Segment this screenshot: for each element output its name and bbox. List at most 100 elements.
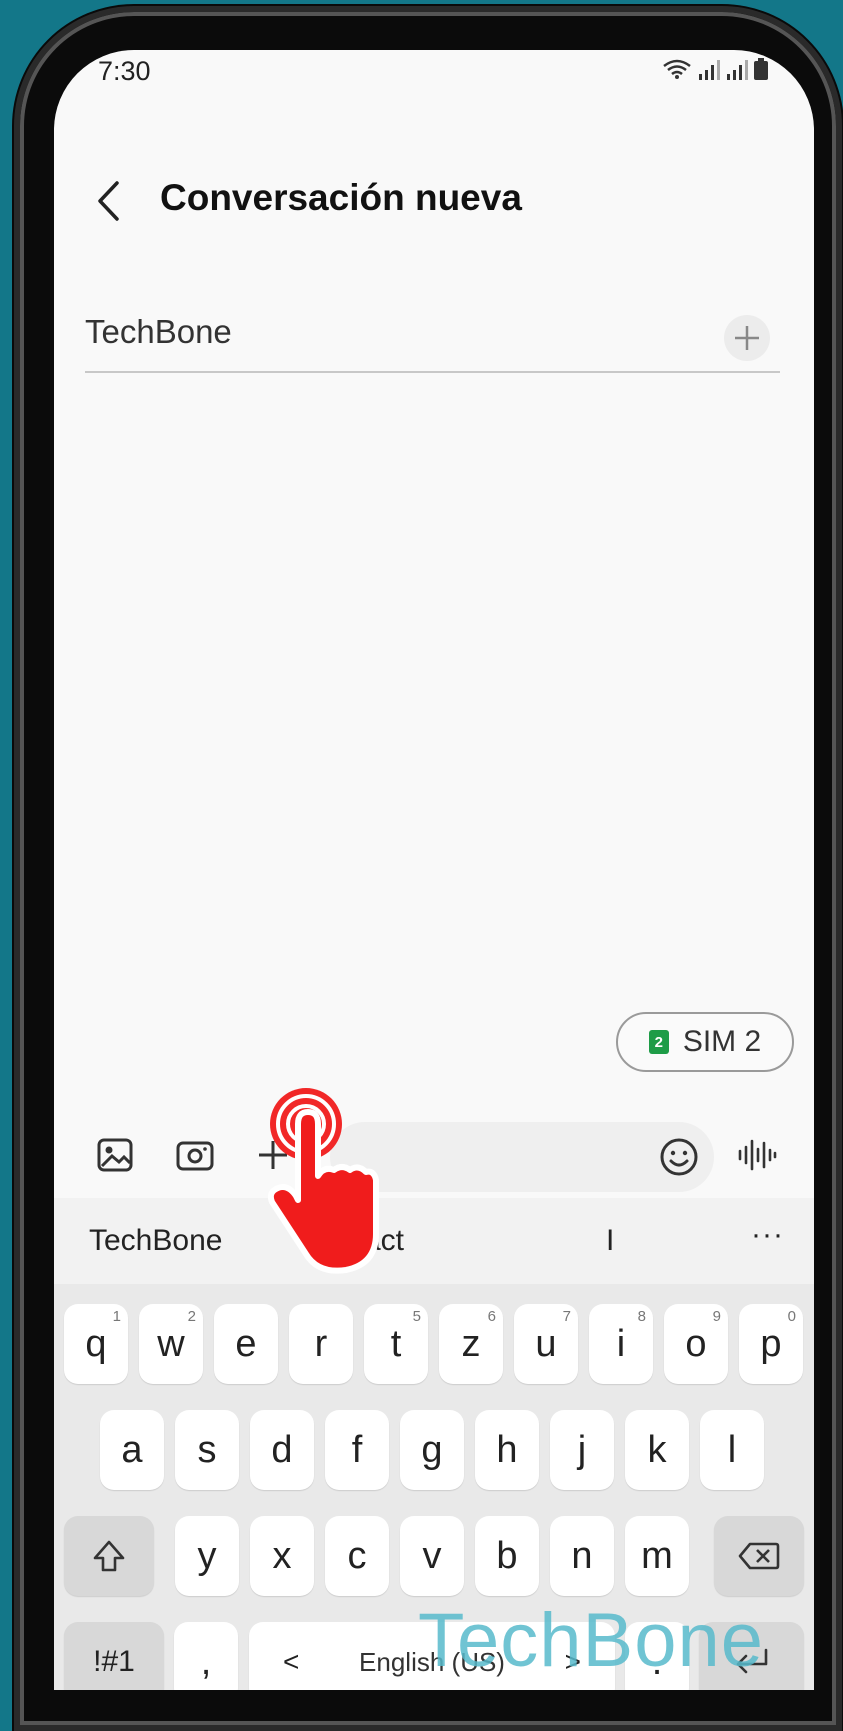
key-label: p (760, 1322, 782, 1365)
key-j[interactable]: j (550, 1410, 614, 1490)
key-label: f (351, 1428, 363, 1471)
key-label: y (197, 1534, 217, 1577)
key-label: h (496, 1428, 518, 1471)
suggestion-bar: TechBone act I ··· (54, 1198, 814, 1284)
key-label: c (347, 1534, 367, 1577)
key-label: d (271, 1428, 293, 1471)
more-options-button[interactable]: ··· (751, 1218, 784, 1252)
key-label: i (616, 1322, 626, 1365)
key-r[interactable]: r (289, 1304, 353, 1384)
key-hint: 8 (637, 1308, 646, 1325)
status-bar: 7:30 (54, 50, 814, 110)
header: Conversación nueva (54, 165, 814, 245)
voice-record-button[interactable] (734, 1132, 780, 1178)
backspace-icon (738, 1542, 780, 1570)
key-l[interactable]: l (700, 1410, 764, 1490)
key-q[interactable]: q1 (64, 1304, 128, 1384)
plus-icon (735, 326, 759, 350)
key-label: j (577, 1428, 587, 1471)
key-hint: 1 (112, 1308, 121, 1325)
signal-icon-2 (726, 60, 748, 80)
key-label: r (314, 1322, 328, 1365)
recipient-input[interactable]: TechBone (85, 313, 645, 351)
sim-card-icon: 2 (648, 1030, 669, 1054)
key-k[interactable]: k (625, 1410, 689, 1490)
key-hint: 2 (187, 1308, 196, 1325)
key-label: s (197, 1428, 217, 1471)
backspace-key[interactable] (714, 1516, 804, 1596)
key-m[interactable]: m (625, 1516, 689, 1596)
key-w[interactable]: w2 (139, 1304, 203, 1384)
sim-label: SIM 2 (682, 1025, 762, 1058)
key-label: v (422, 1534, 442, 1577)
key-p[interactable]: p0 (739, 1304, 803, 1384)
key-label: x (272, 1534, 292, 1577)
key-hint: 5 (412, 1308, 421, 1325)
tap-indicator-icon (268, 1088, 379, 1274)
key-v[interactable]: v (400, 1516, 464, 1596)
key-t[interactable]: t5 (364, 1304, 428, 1384)
compose-row (54, 1112, 814, 1198)
chevron-left-icon (98, 181, 119, 221)
key-label: n (571, 1534, 593, 1577)
key-c[interactable]: c (325, 1516, 389, 1596)
gallery-button[interactable] (92, 1132, 138, 1178)
key-label: g (421, 1428, 443, 1471)
key-y[interactable]: y (175, 1516, 239, 1596)
watermark-logo: TechBone (418, 1598, 765, 1683)
suggestion-item[interactable]: TechBone (89, 1224, 222, 1258)
shift-icon (93, 1540, 125, 1572)
camera-button[interactable] (172, 1132, 218, 1178)
key-b[interactable]: b (475, 1516, 539, 1596)
key-g[interactable]: g (400, 1410, 464, 1490)
symbols-key[interactable]: !#1 (64, 1622, 164, 1690)
recipient-field: TechBone (85, 265, 780, 373)
left-arrow-label: < (283, 1646, 300, 1677)
signal-icon (698, 60, 720, 80)
key-x[interactable]: x (250, 1516, 314, 1596)
battery-icon (754, 58, 768, 80)
suggestion-item[interactable]: I (606, 1224, 614, 1258)
key-n[interactable]: n (550, 1516, 614, 1596)
phone-screen: 7:30 Conversación nueva TechBone 2 SIM 2… (54, 50, 814, 1690)
key-label: a (121, 1428, 143, 1471)
add-recipient-button[interactable] (724, 315, 770, 361)
key-e[interactable]: e (214, 1304, 278, 1384)
back-button[interactable] (84, 171, 134, 231)
key-a[interactable]: a (100, 1410, 164, 1490)
key-label: q (85, 1322, 107, 1365)
key-comma[interactable]: , (174, 1622, 238, 1690)
key-hint: 9 (712, 1308, 721, 1325)
key-label: b (496, 1534, 518, 1577)
key-label: , (200, 1640, 212, 1683)
key-hint: 6 (487, 1308, 496, 1325)
key-label: k (647, 1428, 667, 1471)
key-d[interactable]: d (250, 1410, 314, 1490)
key-label: t (390, 1322, 402, 1365)
key-hint: 0 (787, 1308, 796, 1325)
key-label: o (685, 1322, 707, 1365)
key-s[interactable]: s (175, 1410, 239, 1490)
key-u[interactable]: u7 (514, 1304, 578, 1384)
key-label: l (727, 1428, 737, 1471)
camera-icon (176, 1141, 214, 1171)
key-z[interactable]: z6 (439, 1304, 503, 1384)
emoji-icon[interactable] (658, 1136, 700, 1178)
key-h[interactable]: h (475, 1410, 539, 1490)
image-icon (97, 1138, 133, 1172)
sim-selector-button[interactable]: 2 SIM 2 (616, 1012, 794, 1072)
key-label: z (461, 1322, 481, 1365)
key-label: w (157, 1322, 185, 1365)
wifi-icon (662, 58, 692, 80)
key-label: u (535, 1322, 557, 1365)
status-time: 7:30 (98, 56, 151, 86)
key-hint: 7 (562, 1308, 571, 1325)
shift-key[interactable] (64, 1516, 154, 1596)
key-f[interactable]: f (325, 1410, 389, 1490)
waveform-icon (738, 1139, 777, 1171)
key-label: !#1 (93, 1645, 135, 1678)
key-o[interactable]: o9 (664, 1304, 728, 1384)
page-title: Conversación nueva (160, 177, 522, 218)
key-i[interactable]: i8 (589, 1304, 653, 1384)
status-icons (662, 58, 768, 80)
